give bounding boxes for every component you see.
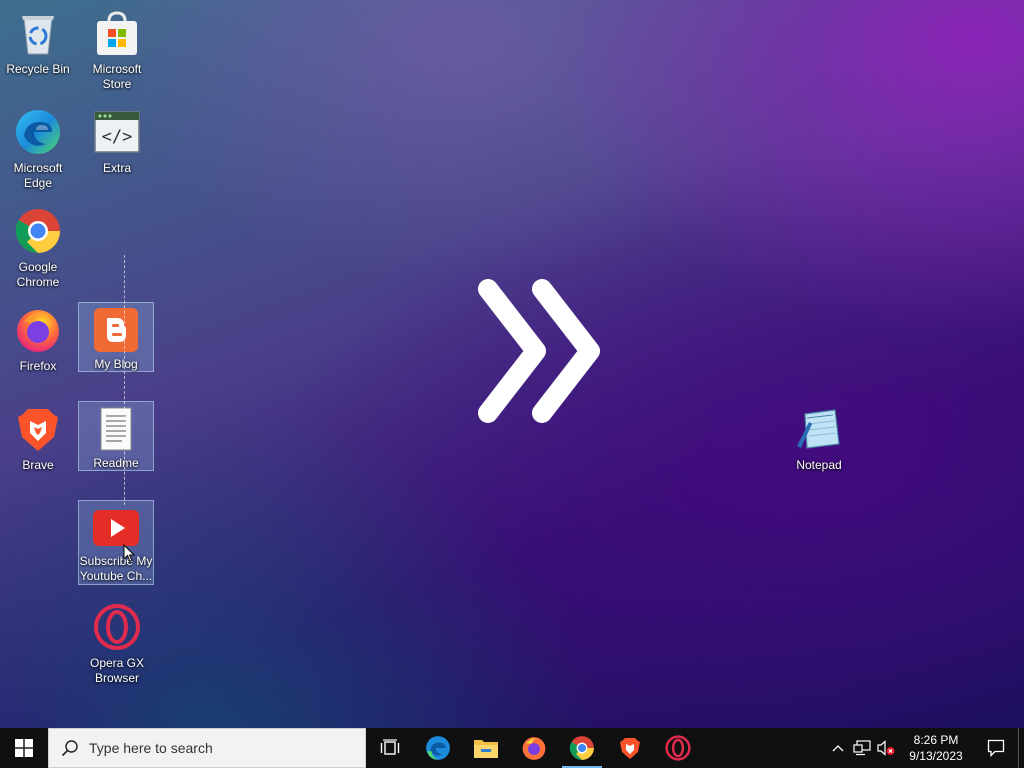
taskbar-microsoft-edge[interactable] [414,728,462,768]
desktop-icon-youtube[interactable]: Subscribe My Youtube Ch... [78,500,154,585]
opera-gx-icon [92,602,142,652]
desktop-icon-microsoft-edge[interactable]: Microsoft Edge [0,103,76,191]
microsoft-store-label: Microsoft Store [92,62,142,91]
start-button[interactable] [0,728,48,768]
notepad-icon [794,404,844,454]
action-center-button[interactable] [974,728,1018,768]
desktop-icon-brave[interactable]: Brave [0,400,76,473]
search-placeholder: Type here to search [89,740,213,756]
recycle-bin-icon [13,8,63,58]
windows-icon [15,739,33,757]
firefox-icon [522,737,546,760]
task-view-icon [380,739,400,755]
recycle-bin-label: Recycle Bin [6,62,70,76]
taskbar-google-chrome[interactable] [558,728,606,768]
network-icon [853,740,871,756]
microsoft-store-icon [92,8,142,58]
extra-label: Extra [102,161,131,175]
notepad-label: Notepad [796,458,842,472]
microsoft-edge-icon [426,736,450,760]
google-chrome-label: Google Chrome [16,260,60,289]
taskbar-file-explorer[interactable] [462,728,510,768]
volume-muted-icon [877,740,895,756]
firefox-icon [13,305,63,355]
notification-icon [987,739,1005,757]
svg-text:</>: </> [102,127,133,147]
brave-label: Brave [22,458,54,472]
taskbar-firefox[interactable] [510,728,558,768]
clock-time: 8:26 PM [913,733,959,747]
taskbar-clock[interactable]: 8:26 PM 9/13/2023 [898,732,974,764]
google-chrome-icon [13,206,63,256]
taskbar-brave[interactable] [606,728,654,768]
mouse-cursor-icon [123,543,136,568]
desktop[interactable]: Recycle Bin Microsoft Store Microsoft Ed… [0,0,1024,728]
text-document-icon [91,406,141,452]
microsoft-edge-label: Microsoft Edge [13,161,63,190]
taskbar-opera-gx[interactable] [654,728,702,768]
desktop-icon-microsoft-store[interactable]: Microsoft Store [79,4,155,92]
code-file-icon: </> [92,107,142,157]
desktop-icon-firefox[interactable]: Firefox [0,301,76,374]
chevron-up-icon [832,745,844,752]
taskbar-search-box[interactable]: Type here to search [48,728,366,768]
opera-gx-label: Opera GX Browser [89,656,145,685]
blogger-icon [91,307,141,353]
show-hidden-icons-button[interactable] [826,728,850,768]
my-blog-label: My Blog [94,357,138,371]
desktop-icon-opera-gx[interactable]: Opera GX Browser [79,598,155,686]
brave-icon [13,404,63,454]
volume-button[interactable] [874,728,898,768]
youtube-label: Subscribe My Youtube Ch... [79,554,153,583]
brave-icon [620,738,640,759]
network-button[interactable] [850,728,874,768]
opera-gx-icon [665,735,691,761]
clock-date: 9/13/2023 [909,749,963,763]
desktop-icon-notepad[interactable]: Notepad [781,400,857,473]
system-tray: 8:26 PM 9/13/2023 [826,728,1024,768]
desktop-icon-recycle-bin[interactable]: Recycle Bin [0,4,76,77]
desktop-icon-google-chrome[interactable]: Google Chrome [0,202,76,290]
double-chevron-logo [470,275,610,430]
desktop-icon-extra[interactable]: </> Extra [79,103,155,176]
readme-label: Readme [93,456,139,470]
google-chrome-icon [569,736,594,760]
selection-drag-line [124,255,125,505]
taskbar-task-view[interactable] [366,728,414,768]
desktop-icon-readme[interactable]: Readme [78,401,154,471]
show-desktop-button[interactable] [1018,728,1024,768]
firefox-label: Firefox [19,359,57,373]
microsoft-edge-icon [13,107,63,157]
desktop-icon-my-blog[interactable]: My Blog [78,302,154,372]
search-icon [61,740,78,757]
taskbar: Type here to search 8:26 PM 9/13/2023 [0,728,1024,768]
folder-icon [474,740,498,758]
